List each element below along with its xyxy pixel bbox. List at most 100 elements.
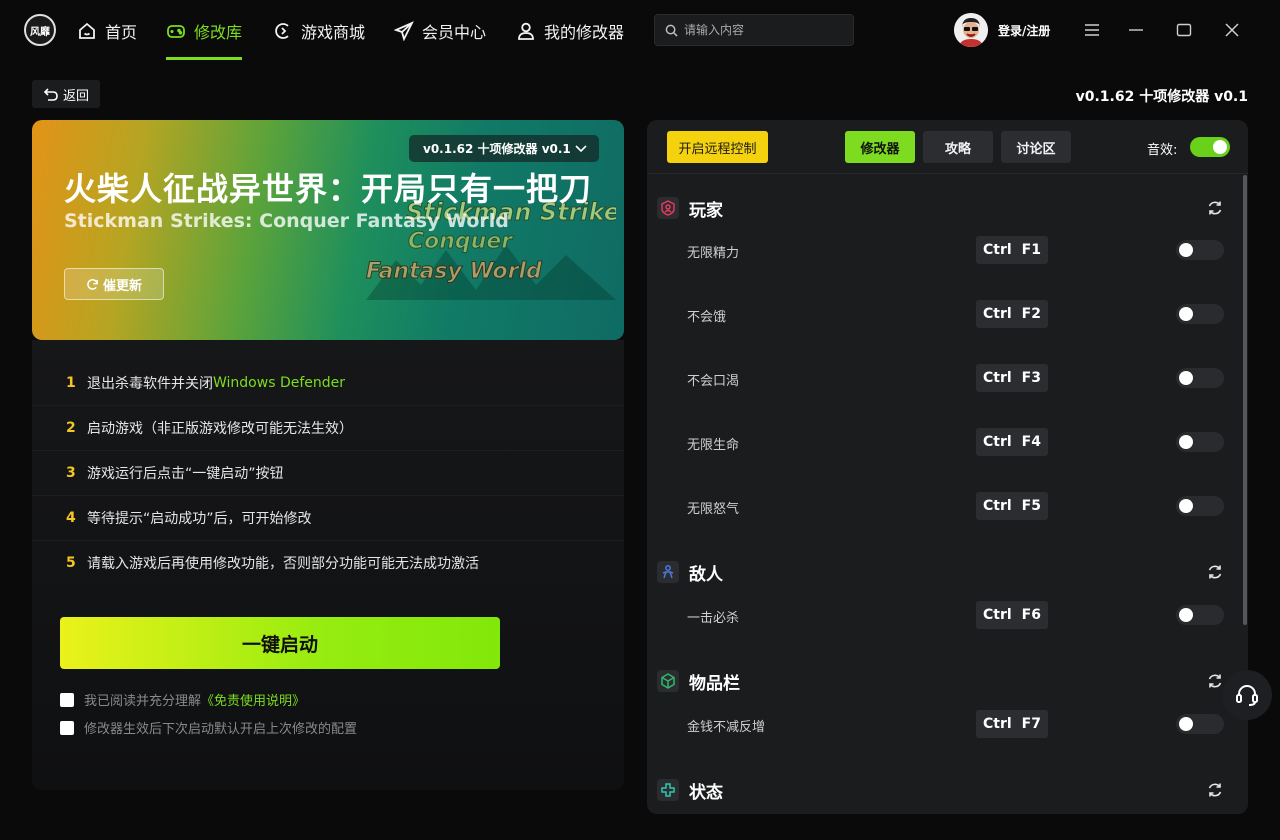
hotkey-badge[interactable]: Ctrl F3 [976, 364, 1048, 392]
sound-toggle[interactable] [1190, 137, 1230, 157]
home-icon [79, 22, 95, 39]
cheat-row: 无限精力 Ctrl F1 [687, 236, 1225, 266]
hotkey-mod: Ctrl [983, 242, 1012, 258]
request-update-label: 催更新 [102, 278, 142, 294]
step-item: 1 退出杀毒软件并关闭 Windows Defender [32, 360, 624, 405]
cheat-name: 无限怒气 [687, 501, 740, 517]
hotkey-key: F6 [1021, 607, 1041, 623]
refresh-icon [87, 278, 98, 290]
step-number: 1 [66, 374, 76, 391]
art-line-3: Fantasy World [366, 259, 542, 284]
hotkey-badge[interactable]: Ctrl F7 [976, 710, 1048, 738]
section-title: 玩家 [689, 200, 723, 221]
hotkey-badge[interactable]: Ctrl F1 [976, 236, 1048, 264]
hotkey-badge[interactable]: Ctrl F4 [976, 428, 1048, 456]
logo-text: 风靡 [30, 26, 50, 38]
paper-plane-icon [394, 21, 414, 41]
close-icon[interactable] [1220, 18, 1244, 42]
step-item: 2 启动游戏（非正版游戏修改可能无法生效） [32, 405, 624, 450]
top-nav-bar: 风靡 首页 修改库 游戏商城 会员中心 我的修改器 登录/注册 [0, 0, 1280, 62]
step-number: 5 [66, 555, 76, 571]
cheat-toggle[interactable] [1176, 605, 1224, 625]
section-inventory: 物品栏 [657, 666, 1225, 696]
customer-support-button[interactable] [1222, 670, 1272, 720]
one-click-launch-button[interactable]: 一键启动 [60, 617, 500, 669]
section-title: 状态 [689, 782, 723, 803]
cheat-row: 金钱不减反增 Ctrl F7 [687, 710, 1225, 740]
cheat-toggle[interactable] [1176, 368, 1224, 388]
nav-member-center[interactable]: 会员中心 [394, 0, 486, 62]
cheat-toggle[interactable] [1176, 240, 1224, 260]
modifier-panel: 开启远程控制 修改器 攻略 讨论区 音效: 玩家 无限精力 Ctrl F1 不会饿… [647, 120, 1248, 814]
search-input[interactable] [684, 23, 844, 37]
sound-label: 音效: [1147, 143, 1178, 158]
cheat-name: 不会口渴 [687, 373, 740, 389]
nav-member-center-label: 会员中心 [422, 23, 487, 42]
hotkey-key: F3 [1021, 370, 1041, 386]
step-number: 2 [66, 420, 76, 436]
avatar[interactable] [954, 13, 988, 47]
nav-game-store-label: 游戏商城 [301, 23, 366, 42]
remote-control-button[interactable]: 开启远程控制 [667, 131, 768, 163]
cheat-name: 金钱不减反增 [687, 719, 766, 735]
agree-terms-checkbox[interactable] [60, 692, 74, 707]
scrollbar[interactable] [1243, 175, 1247, 625]
hotkey-badge[interactable]: Ctrl F6 [976, 601, 1048, 629]
step-text: 等待提示“启动成功”后，可开始修改 [87, 511, 312, 527]
nav-home-label: 首页 [105, 23, 138, 42]
nav-mod-library-label: 修改库 [194, 23, 243, 42]
hotkey-key: F4 [1021, 434, 1041, 450]
request-update-button[interactable]: 催更新 [64, 268, 164, 300]
inventory-icon [657, 670, 679, 692]
search-box[interactable] [654, 14, 854, 46]
remember-config-checkbox[interactable] [60, 720, 74, 735]
section-refresh-icon[interactable] [1205, 562, 1225, 582]
back-arrow-icon [43, 88, 58, 101]
step-text: 启动游戏（非正版游戏修改可能无法生效） [87, 421, 353, 437]
back-button[interactable]: 返回 [32, 80, 100, 108]
game-title: 火柴人征战异世界：开局只有一把刀 [64, 170, 593, 208]
section-title: 物品栏 [689, 673, 740, 694]
hotkey-mod: Ctrl [983, 498, 1012, 514]
tab-guide[interactable]: 攻略 [923, 131, 993, 163]
disclaimer-link[interactable]: 《免责使用说明》 [201, 694, 305, 709]
step-item: 5 请载入游戏后再使用修改功能，否则部分功能可能无法成功激活 [32, 540, 624, 585]
version-select[interactable]: v0.1.62 十项修改器 v0.1 [409, 135, 599, 162]
nav-home[interactable]: 首页 [77, 0, 137, 62]
section-refresh-icon[interactable] [1205, 780, 1225, 800]
section-enemy: 敌人 [657, 557, 1225, 587]
hotkey-badge[interactable]: Ctrl F5 [976, 492, 1048, 520]
nav-game-store[interactable]: 游戏商城 [273, 0, 365, 62]
tab-discussion[interactable]: 讨论区 [1001, 131, 1071, 163]
hotkey-key: F5 [1021, 498, 1041, 514]
agree-terms-text: 我已阅读并充分理解 [84, 694, 202, 709]
cheat-row: 不会口渴 Ctrl F3 [687, 364, 1225, 394]
game-banner: Stickman Strike Conquer Fantasy World v0… [32, 120, 624, 340]
cheat-row: 不会饿 Ctrl F2 [687, 300, 1225, 330]
hotkey-mod: Ctrl [983, 434, 1012, 450]
login-register-link[interactable]: 登录/注册 [998, 22, 1050, 39]
cheat-row: 无限怒气 Ctrl F5 [687, 492, 1225, 522]
menu-icon[interactable] [1080, 18, 1104, 42]
player-icon [657, 197, 679, 219]
minimize-icon[interactable] [1124, 18, 1148, 42]
cheat-toggle[interactable] [1176, 304, 1224, 324]
tab-modifier[interactable]: 修改器 [845, 131, 915, 163]
step-number: 3 [66, 465, 76, 481]
nav-mod-library[interactable]: 修改库 [166, 0, 243, 62]
enemy-icon [657, 561, 679, 583]
nav-my-modifiers[interactable]: 我的修改器 [516, 0, 624, 62]
panel-divider [647, 173, 1248, 174]
section-refresh-icon[interactable] [1205, 198, 1225, 218]
cheat-toggle[interactable] [1176, 714, 1224, 734]
cheat-row: 一击必杀 Ctrl F6 [687, 601, 1225, 631]
section-status: 状态 [657, 775, 1225, 805]
app-logo[interactable]: 风靡 [24, 14, 56, 46]
cheat-toggle[interactable] [1176, 496, 1224, 516]
nav-my-modifiers-label: 我的修改器 [544, 23, 625, 42]
hotkey-badge[interactable]: Ctrl F2 [976, 300, 1048, 328]
maximize-icon[interactable] [1172, 18, 1196, 42]
agree-terms-row: 我已阅读并充分理解《免责使用说明》 [60, 690, 305, 709]
hotkey-mod: Ctrl [983, 306, 1012, 322]
cheat-toggle[interactable] [1176, 432, 1224, 452]
